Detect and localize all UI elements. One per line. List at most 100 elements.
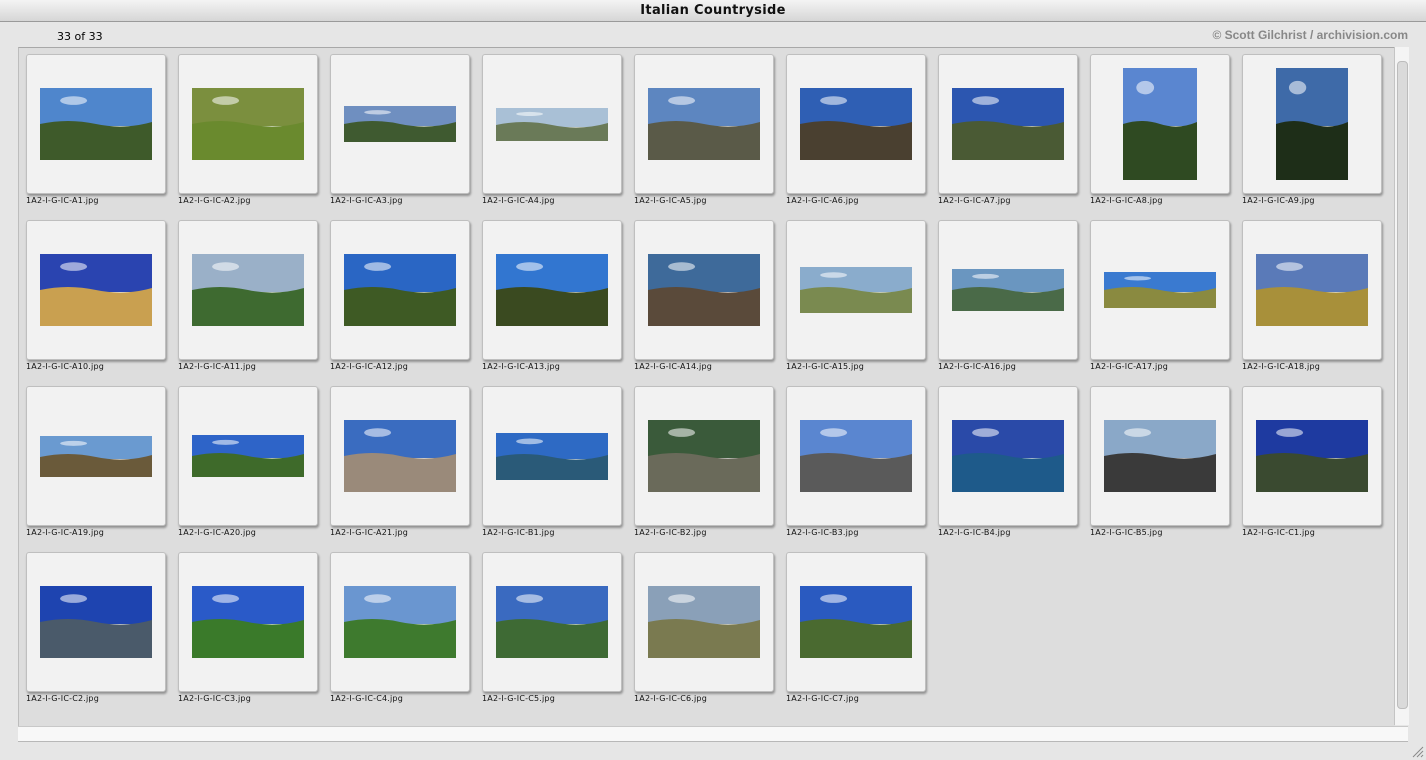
thumbnail-image[interactable]: [496, 108, 608, 141]
thumbnail-image[interactable]: [344, 420, 456, 492]
thumbnail-image[interactable]: [192, 88, 304, 160]
slide-frame[interactable]: [482, 54, 622, 194]
thumbnail-image[interactable]: [40, 586, 152, 658]
thumbnail-item[interactable]: 1A2-I-G-IC-A11.jpg: [171, 214, 318, 374]
thumbnail-image[interactable]: [648, 420, 760, 492]
thumbnail-image[interactable]: [800, 420, 912, 492]
thumbnail-item[interactable]: 1A2-I-G-IC-B4.jpg: [931, 380, 1078, 540]
thumbnail-item[interactable]: 1A2-I-G-IC-A14.jpg: [627, 214, 774, 374]
thumbnail-item[interactable]: 1A2-I-G-IC-A4.jpg: [475, 48, 622, 208]
slide-frame[interactable]: [1242, 54, 1382, 194]
thumbnail-item[interactable]: 1A2-I-G-IC-B1.jpg: [475, 380, 622, 540]
thumbnail-image[interactable]: [800, 88, 912, 160]
thumbnail-image[interactable]: [952, 88, 1064, 160]
slide-frame[interactable]: [178, 220, 318, 360]
thumbnail-item[interactable]: 1A2-I-G-IC-A15.jpg: [779, 214, 926, 374]
thumbnail-item[interactable]: 1A2-I-G-IC-C3.jpg: [171, 546, 318, 706]
thumbnail-item[interactable]: 1A2-I-G-IC-A19.jpg: [19, 380, 166, 540]
thumbnail-item[interactable]: 1A2-I-G-IC-A6.jpg: [779, 48, 926, 208]
thumbnail-image[interactable]: [1104, 272, 1216, 308]
thumbnail-item[interactable]: 1A2-I-G-IC-A16.jpg: [931, 214, 1078, 374]
thumbnail-item[interactable]: 1A2-I-G-IC-A18.jpg: [1235, 214, 1382, 374]
slide-frame[interactable]: [786, 54, 926, 194]
slide-frame[interactable]: [482, 220, 622, 360]
slide-frame[interactable]: [786, 552, 926, 692]
thumbnail-image[interactable]: [648, 254, 760, 326]
thumbnail-image[interactable]: [40, 254, 152, 326]
thumbnail-item[interactable]: 1A2-I-G-IC-A1.jpg: [19, 48, 166, 208]
thumbnail-image[interactable]: [648, 88, 760, 160]
slide-frame[interactable]: [26, 220, 166, 360]
thumbnail-image[interactable]: [40, 88, 152, 160]
thumbnail-image[interactable]: [1256, 420, 1368, 492]
slide-frame[interactable]: [634, 220, 774, 360]
vertical-scrollbar[interactable]: [1394, 47, 1409, 725]
thumbnail-item[interactable]: 1A2-I-G-IC-A13.jpg: [475, 214, 622, 374]
thumbnail-image[interactable]: [344, 106, 456, 142]
thumbnail-item[interactable]: 1A2-I-G-IC-A17.jpg: [1083, 214, 1230, 374]
thumbnail-item[interactable]: 1A2-I-G-IC-A21.jpg: [323, 380, 470, 540]
slide-frame[interactable]: [1090, 386, 1230, 526]
thumbnail-item[interactable]: 1A2-I-G-IC-A8.jpg: [1083, 48, 1230, 208]
thumbnail-item[interactable]: 1A2-I-G-IC-B3.jpg: [779, 380, 926, 540]
horizontal-scrollbar[interactable]: [18, 726, 1408, 742]
thumbnail-image[interactable]: [1123, 68, 1197, 180]
thumbnail-image[interactable]: [1256, 254, 1368, 326]
thumbnail-item[interactable]: 1A2-I-G-IC-A10.jpg: [19, 214, 166, 374]
thumbnail-item[interactable]: 1A2-I-G-IC-A5.jpg: [627, 48, 774, 208]
slide-frame[interactable]: [634, 552, 774, 692]
slide-frame[interactable]: [178, 552, 318, 692]
thumbnail-item[interactable]: 1A2-I-G-IC-C5.jpg: [475, 546, 622, 706]
slide-frame[interactable]: [938, 386, 1078, 526]
thumbnail-image[interactable]: [344, 254, 456, 326]
thumbnail-image[interactable]: [496, 586, 608, 658]
thumbnail-item[interactable]: 1A2-I-G-IC-C7.jpg: [779, 546, 926, 706]
thumbnail-item[interactable]: 1A2-I-G-IC-A3.jpg: [323, 48, 470, 208]
thumbnail-image[interactable]: [496, 433, 608, 480]
thumbnail-item[interactable]: 1A2-I-G-IC-C1.jpg: [1235, 380, 1382, 540]
thumbnail-image[interactable]: [800, 586, 912, 658]
slide-frame[interactable]: [1242, 220, 1382, 360]
thumbnail-item[interactable]: 1A2-I-G-IC-B5.jpg: [1083, 380, 1230, 540]
thumbnail-image[interactable]: [952, 269, 1064, 311]
slide-frame[interactable]: [26, 54, 166, 194]
thumbnail-image[interactable]: [952, 420, 1064, 492]
thumbnail-item[interactable]: 1A2-I-G-IC-C4.jpg: [323, 546, 470, 706]
thumbnail-image[interactable]: [496, 254, 608, 326]
thumbnail-item[interactable]: 1A2-I-G-IC-A7.jpg: [931, 48, 1078, 208]
slide-frame[interactable]: [178, 54, 318, 194]
slide-frame[interactable]: [938, 220, 1078, 360]
thumbnail-item[interactable]: 1A2-I-G-IC-B2.jpg: [627, 380, 774, 540]
thumbnail-item[interactable]: 1A2-I-G-IC-C2.jpg: [19, 546, 166, 706]
thumbnail-image[interactable]: [800, 267, 912, 313]
slide-frame[interactable]: [1090, 220, 1230, 360]
slide-frame[interactable]: [482, 552, 622, 692]
thumbnail-item[interactable]: 1A2-I-G-IC-A9.jpg: [1235, 48, 1382, 208]
slide-frame[interactable]: [786, 220, 926, 360]
thumbnail-image[interactable]: [192, 586, 304, 658]
slide-frame[interactable]: [330, 386, 470, 526]
slide-frame[interactable]: [634, 386, 774, 526]
slide-frame[interactable]: [330, 220, 470, 360]
thumbnail-image[interactable]: [192, 435, 304, 477]
slide-frame[interactable]: [178, 386, 318, 526]
slide-frame[interactable]: [26, 552, 166, 692]
thumbnail-item[interactable]: 1A2-I-G-IC-C6.jpg: [627, 546, 774, 706]
slide-frame[interactable]: [330, 54, 470, 194]
resize-grip-icon[interactable]: [1410, 744, 1424, 758]
slide-frame[interactable]: [1242, 386, 1382, 526]
slide-frame[interactable]: [26, 386, 166, 526]
thumbnail-image[interactable]: [648, 586, 760, 658]
slide-frame[interactable]: [1090, 54, 1230, 194]
slide-frame[interactable]: [482, 386, 622, 526]
thumbnail-image[interactable]: [40, 436, 152, 477]
thumbnail-image[interactable]: [192, 254, 304, 326]
thumbnail-image[interactable]: [1276, 68, 1348, 180]
scrollbar-thumb[interactable]: [1397, 61, 1408, 709]
thumbnail-image[interactable]: [1104, 420, 1216, 492]
slide-frame[interactable]: [330, 552, 470, 692]
slide-frame[interactable]: [938, 54, 1078, 194]
slide-frame[interactable]: [786, 386, 926, 526]
thumbnail-image[interactable]: [344, 586, 456, 658]
slide-frame[interactable]: [634, 54, 774, 194]
